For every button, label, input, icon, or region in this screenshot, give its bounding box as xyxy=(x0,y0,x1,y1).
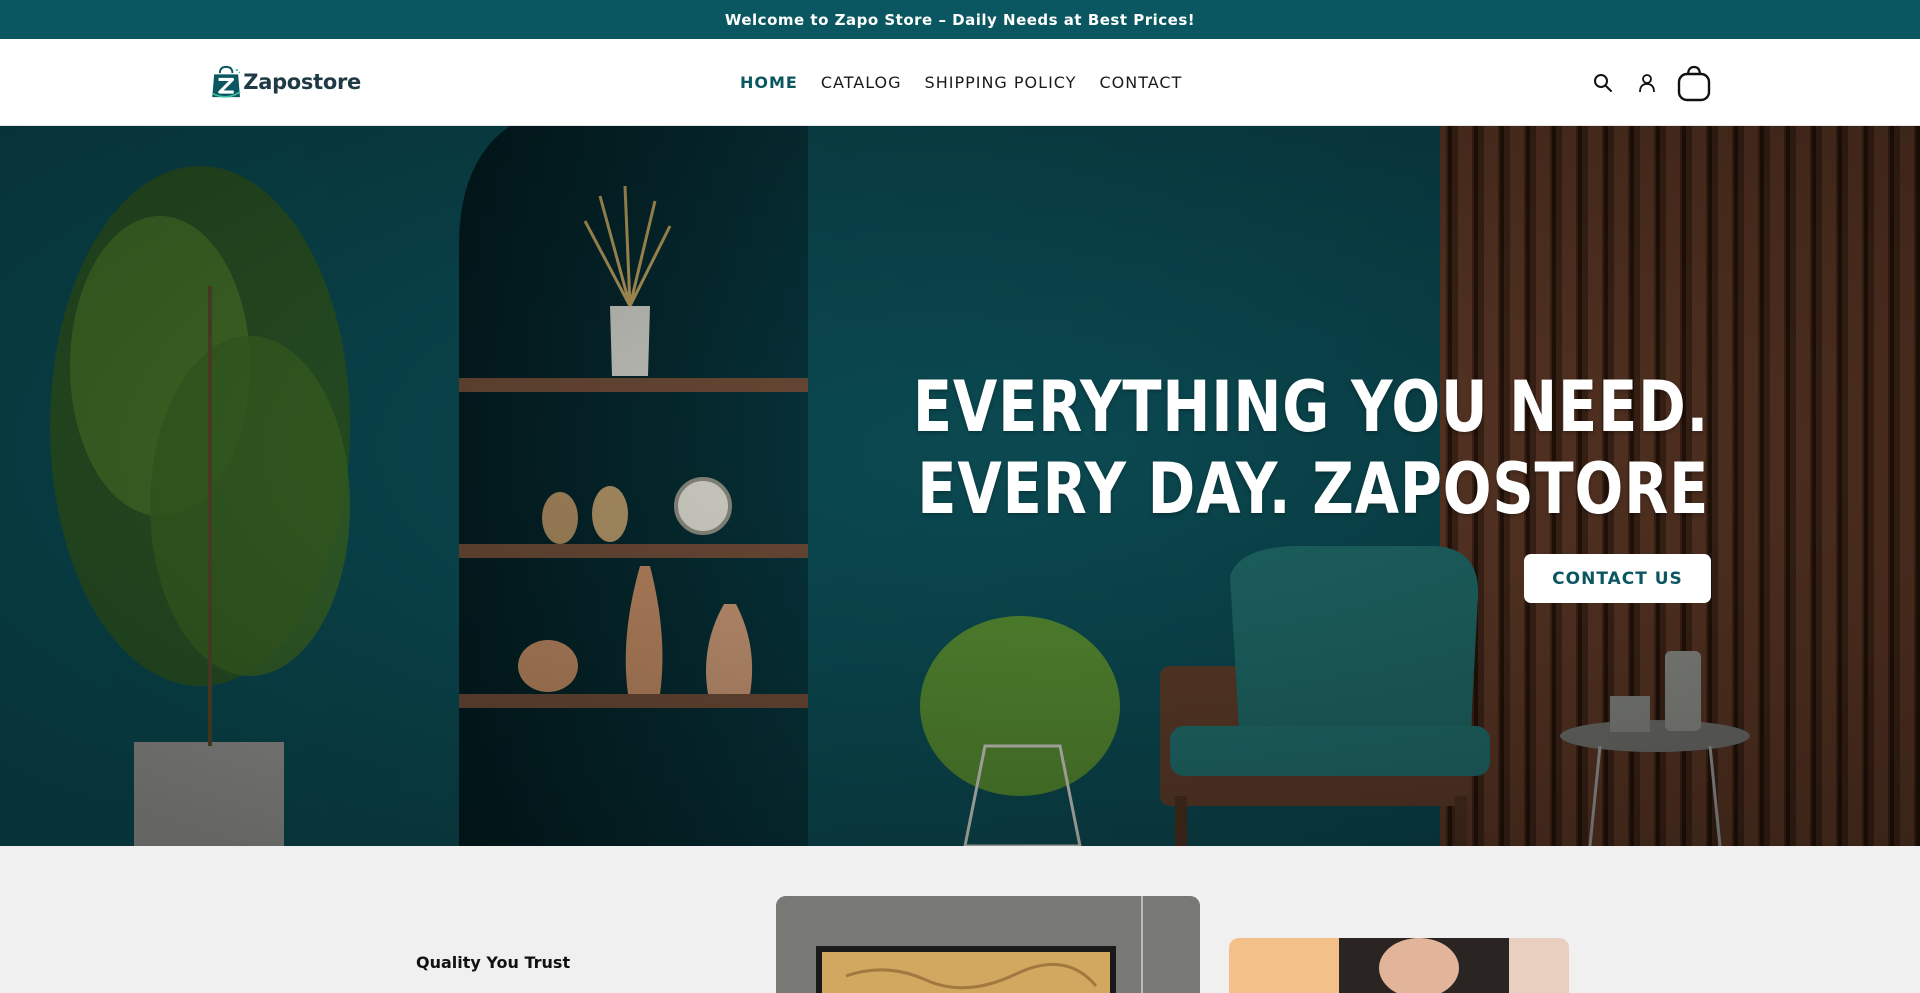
hand-image xyxy=(1229,938,1569,993)
nav-item-shipping-policy[interactable]: SHIPPING POLICY xyxy=(925,73,1077,92)
nav-item-home[interactable]: HOME xyxy=(740,73,798,92)
site-header: Zapostore HOME CATALOG SHIPPING POLICY C… xyxy=(0,39,1920,126)
header-icons xyxy=(1588,39,1714,126)
section-heading: Quality You Trust xyxy=(416,953,571,972)
announcement-text: Welcome to Zapo Store – Daily Needs at B… xyxy=(724,10,1196,29)
map-image xyxy=(776,896,1200,993)
hero-headline-line1: EVERYTHING YOU NEED. xyxy=(912,366,1709,448)
search-icon[interactable] xyxy=(1588,68,1618,98)
hero-banner: EVERYTHING YOU NEED. EVERY DAY. ZAPOSTOR… xyxy=(0,126,1920,846)
cart-icon[interactable] xyxy=(1674,63,1714,103)
features-section: Quality You Trust xyxy=(0,846,1920,993)
site-logo[interactable]: Zapostore xyxy=(211,54,361,110)
main-nav: HOME CATALOG SHIPPING POLICY CONTACT xyxy=(740,39,1205,126)
nav-item-catalog[interactable]: CATALOG xyxy=(821,73,902,92)
shopping-bag-logo-icon xyxy=(211,65,241,98)
hero-headline-line2: EVERY DAY. ZAPOSTORE xyxy=(917,448,1709,530)
account-icon[interactable] xyxy=(1632,68,1662,98)
nav-item-contact[interactable]: CONTACT xyxy=(1099,73,1182,92)
logo-wordmark: Zapostore xyxy=(243,70,361,94)
hero-headline: EVERYTHING YOU NEED. EVERY DAY. ZAPOSTOR… xyxy=(913,366,1709,530)
announcement-bar: Welcome to Zapo Store – Daily Needs at B… xyxy=(0,0,1920,39)
contact-us-button[interactable]: CONTACT US xyxy=(1524,554,1711,603)
